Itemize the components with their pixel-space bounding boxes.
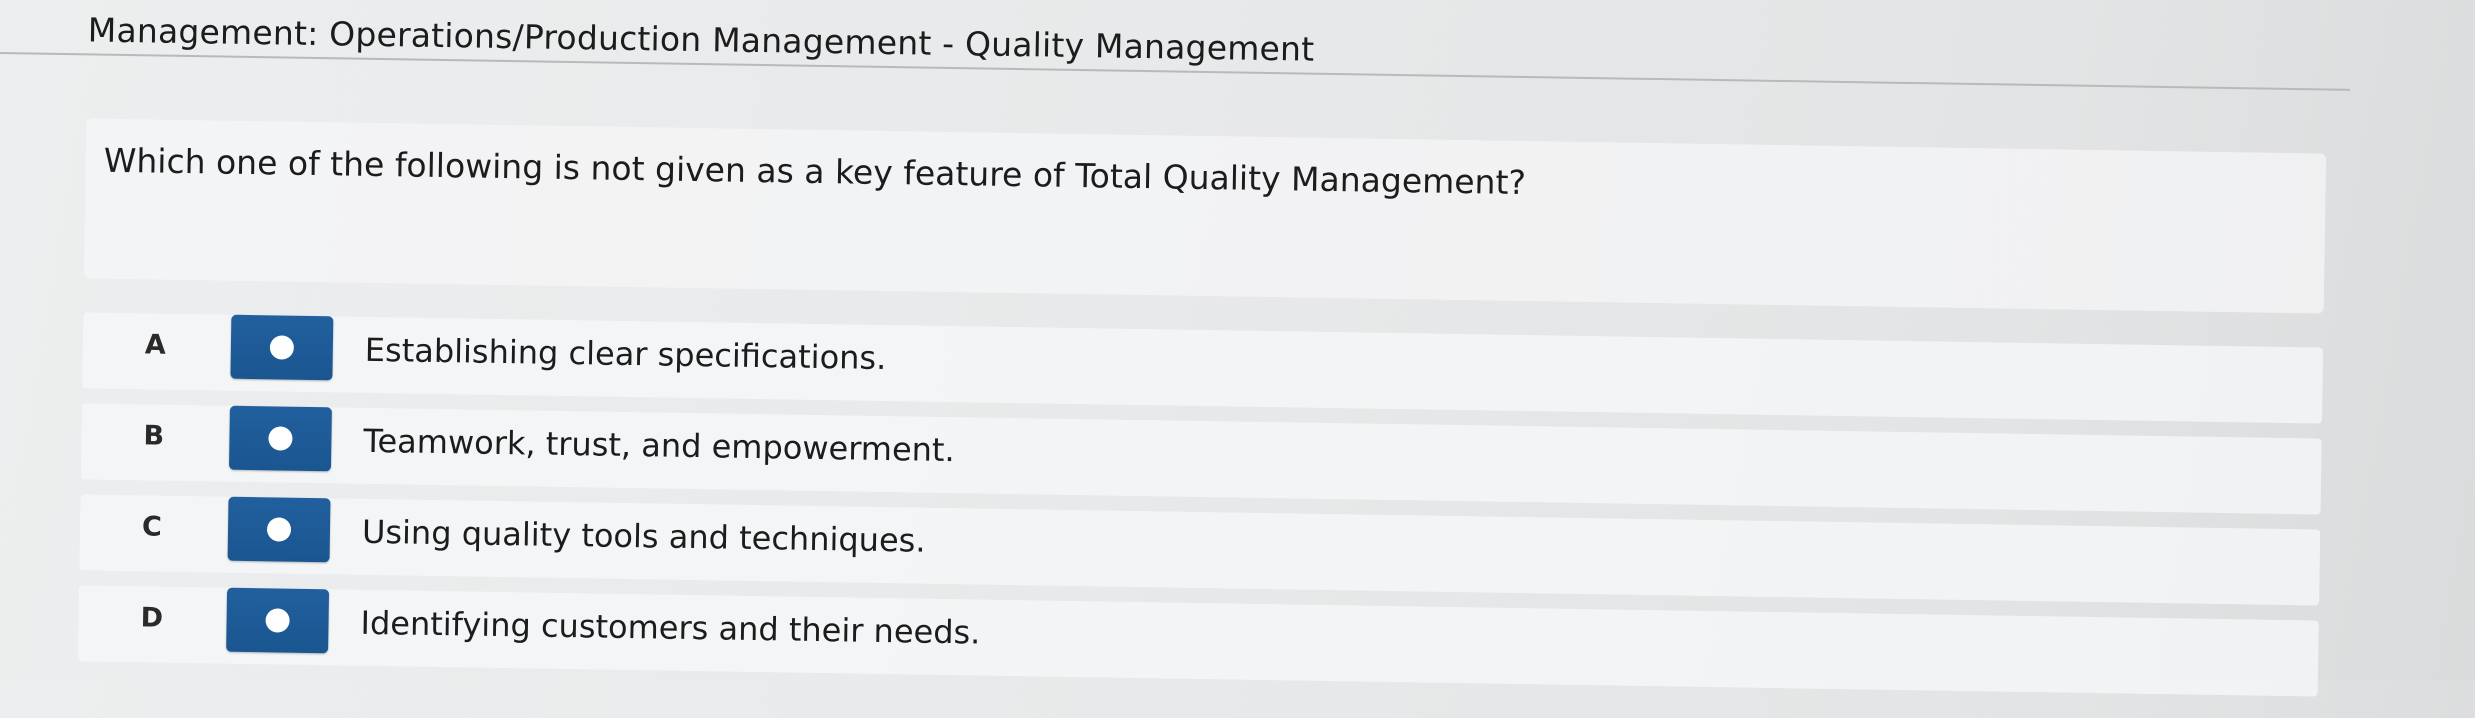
option-letter: B [143,420,165,452]
option-b[interactable]: B Teamwork, trust, and empowerment. [80,403,2322,515]
option-c[interactable]: C Using quality tools and techniques. [79,494,2321,606]
option-text: Using quality tools and techniques. [361,512,926,560]
radio-button-c[interactable] [227,496,331,563]
option-text: Establishing clear specifications. [364,330,887,378]
radio-button-d[interactable] [226,587,330,654]
answer-options: A Establishing clear specifications. B T… [77,312,2324,711]
question-panel: Management: Operations/Production Manage… [0,0,2475,718]
question-text: Which one of the following is not given … [103,140,1527,203]
option-a[interactable]: A Establishing clear specifications. [82,312,2324,424]
option-letter: C [141,511,163,543]
radio-unselected-icon [269,335,295,360]
question-box: Which one of the following is not given … [83,118,2327,314]
option-letter: A [144,329,167,361]
option-text: Teamwork, trust, and empowerment. [363,421,955,470]
radio-button-b[interactable] [228,405,332,472]
radio-unselected-icon [266,517,292,542]
page-title: Management: Operations/Production Manage… [87,10,1315,69]
radio-unselected-icon [268,426,293,451]
radio-unselected-icon [265,608,290,633]
radio-button-a[interactable] [230,314,334,381]
option-text: Identifying customers and their needs. [360,603,981,652]
option-letter: D [140,602,164,634]
